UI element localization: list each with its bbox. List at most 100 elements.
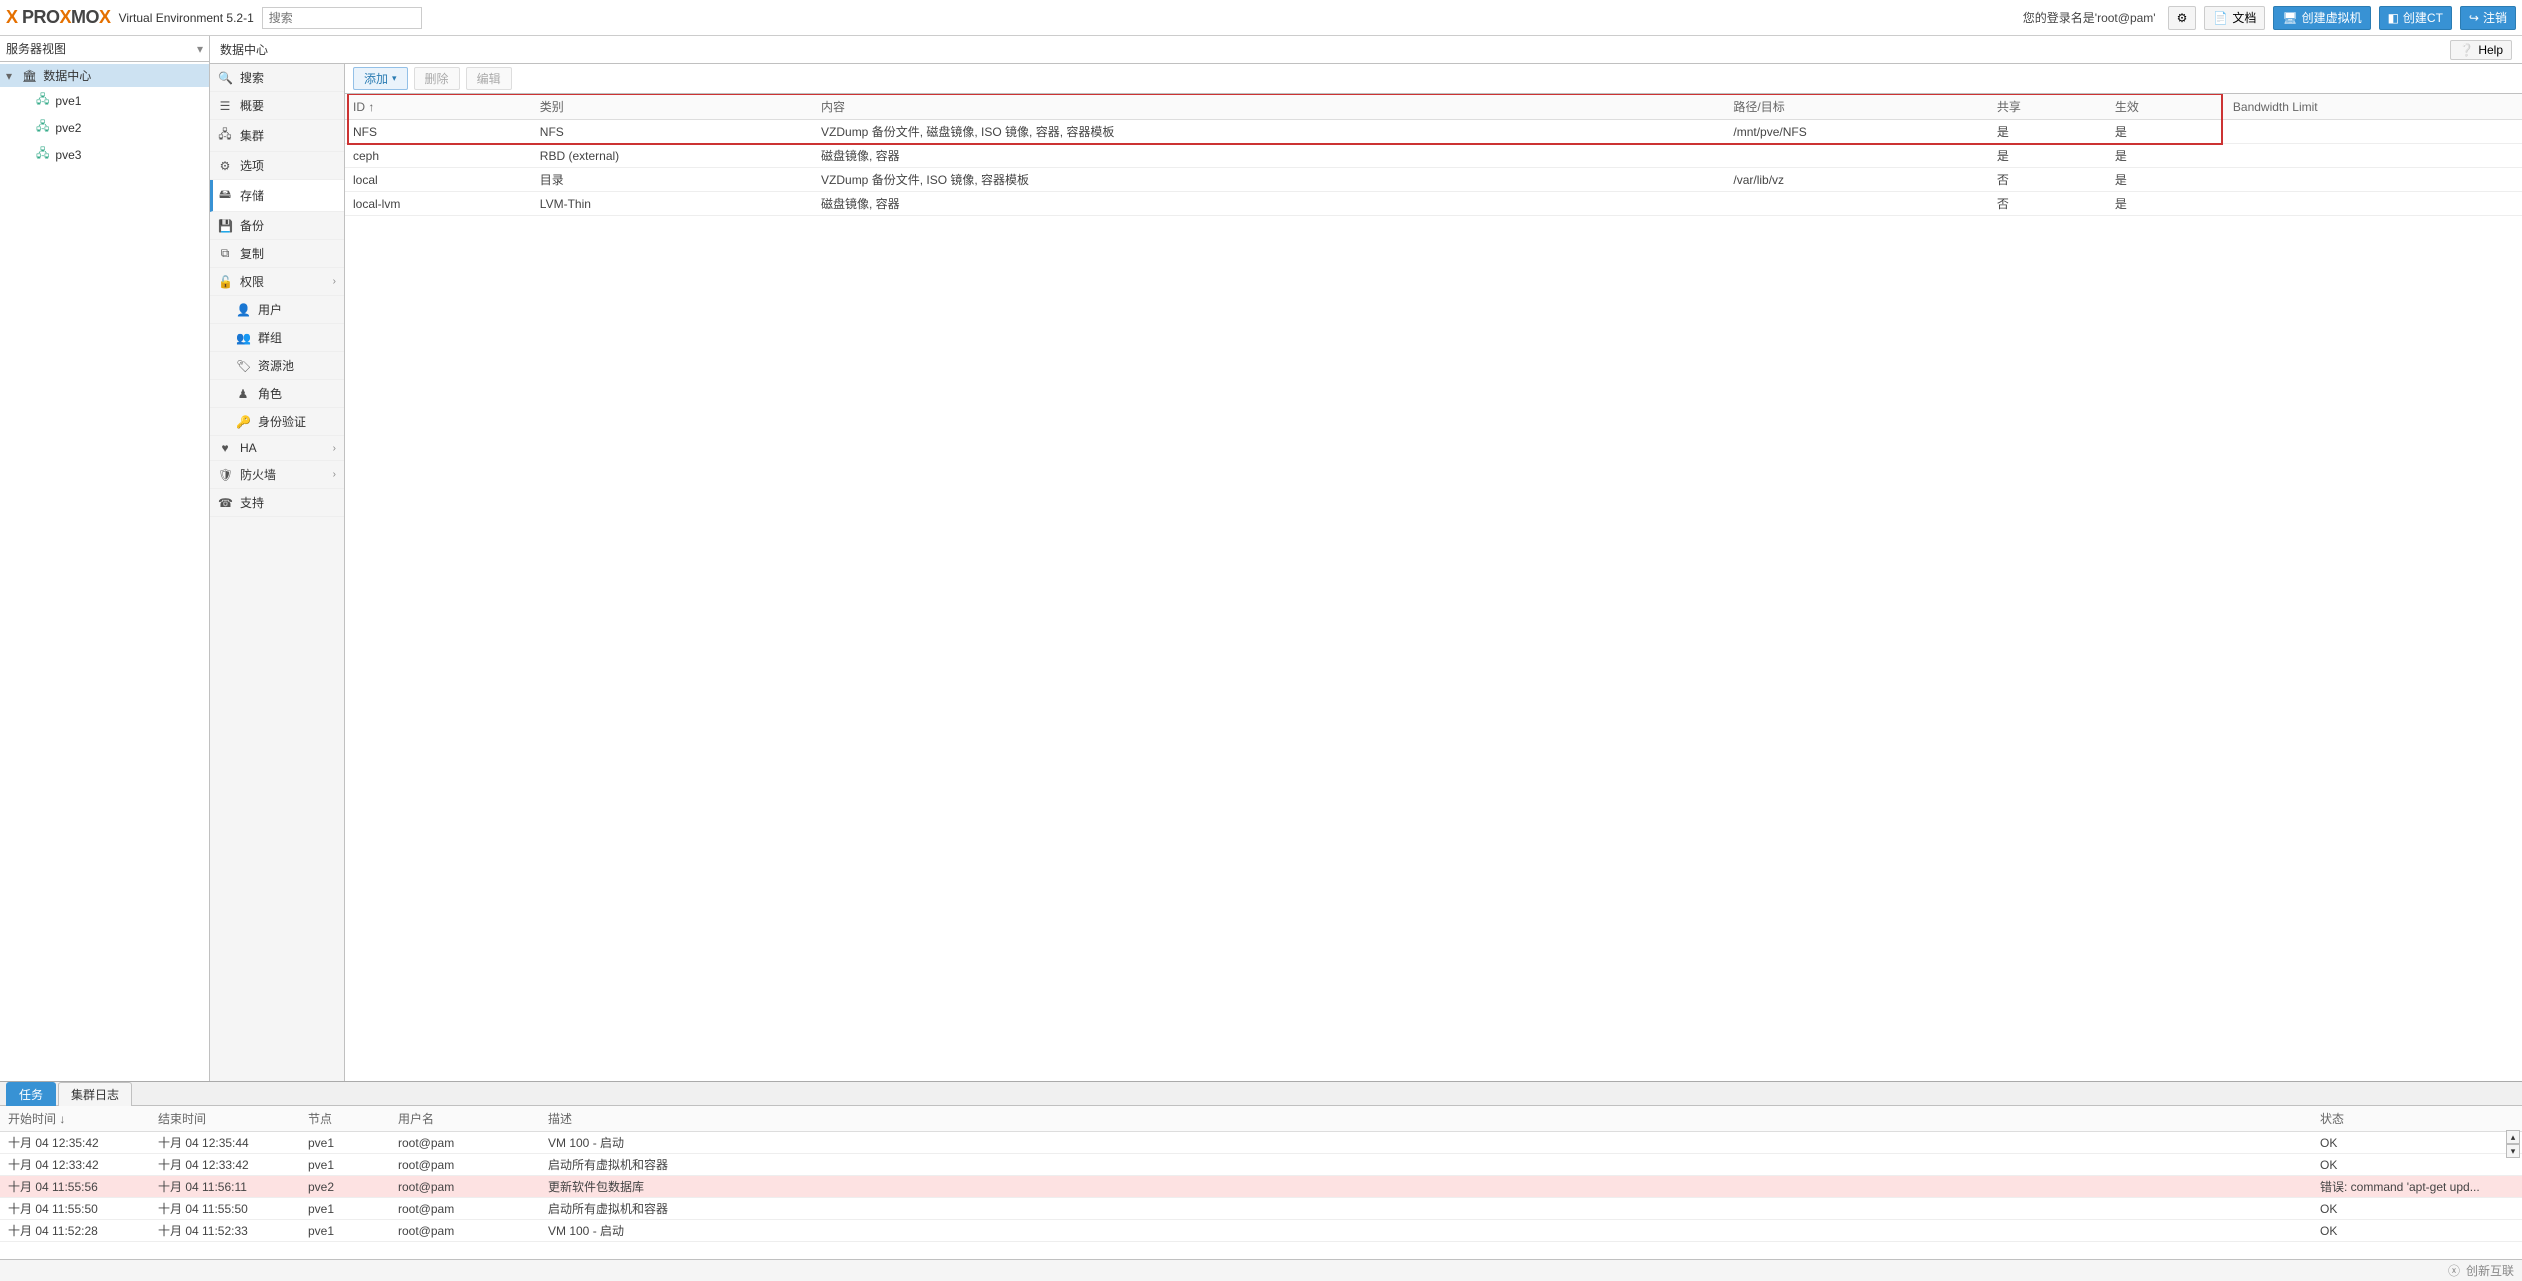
- log-col-header[interactable]: 结束时间: [150, 1106, 300, 1132]
- log-row[interactable]: 十月 04 12:33:42十月 04 12:33:42pve1root@pam…: [0, 1154, 2522, 1176]
- center-body: 🔍搜索☰概要🖧集群⚙选项🖴存储💾备份⧉复制🔓权限›👤用户👥群组🏷资源池♟角色🔑身…: [210, 64, 2522, 1081]
- nav-备份[interactable]: 💾备份: [210, 212, 344, 240]
- nav-支持[interactable]: ☎支持: [210, 489, 344, 517]
- log-row[interactable]: 十月 04 12:35:42十月 04 12:35:44pve1root@pam…: [0, 1132, 2522, 1154]
- col-header[interactable]: 路径/目标: [1725, 94, 1989, 120]
- tree-root-label: 数据中心: [43, 67, 91, 84]
- tree-node-pve3[interactable]: 🖧pve3: [0, 141, 209, 168]
- cell-content: VZDump 备份文件, ISO 镜像, 容器模板: [813, 168, 1725, 192]
- edit-button[interactable]: 编辑: [466, 67, 512, 90]
- nav-身份验证[interactable]: 🔑身份验证: [210, 408, 344, 436]
- cell-type: RBD (external): [532, 144, 813, 168]
- add-button[interactable]: 添加▾: [353, 67, 408, 90]
- node-label: pve3: [55, 148, 81, 162]
- log-cell-desc: VM 100 - 启动: [540, 1220, 2312, 1242]
- tree-datacenter[interactable]: ▾ 🏛 数据中心: [0, 64, 209, 87]
- status-bar: ⓧ 创新互联: [0, 1259, 2522, 1281]
- nav-资源池[interactable]: 🏷资源池: [210, 352, 344, 380]
- log-cell-node: pve2: [300, 1176, 390, 1198]
- storage-row[interactable]: local-lvmLVM-Thin磁盘镜像, 容器否是: [345, 192, 2522, 216]
- nav-label: 防火墙: [240, 466, 276, 483]
- top-header: X PROXMOX Virtual Environment 5.2-1 您的登录…: [0, 0, 2522, 36]
- log-col-header[interactable]: 开始时间 ↓: [0, 1106, 150, 1132]
- nav-搜索[interactable]: 🔍搜索: [210, 64, 344, 92]
- log-cell-desc: 更新软件包数据库: [540, 1176, 2312, 1198]
- log-col-header[interactable]: 用户名: [390, 1106, 540, 1132]
- log-cell-status: OK: [2312, 1132, 2522, 1154]
- nav-角色[interactable]: ♟角色: [210, 380, 344, 408]
- version-label: Virtual Environment 5.2-1: [119, 11, 254, 25]
- nav-权限[interactable]: 🔓权限›: [210, 268, 344, 296]
- left-panel: 服务器视图 ▾ ▾ 🏛 数据中心 🖧pve1🖧pve2🖧pve3: [0, 36, 210, 1081]
- server-icon: 🖧: [36, 90, 49, 111]
- user-icon: 👤: [236, 303, 250, 317]
- remove-button[interactable]: 删除: [414, 67, 460, 90]
- storage-row[interactable]: cephRBD (external)磁盘镜像, 容器是是: [345, 144, 2522, 168]
- cell-enabled: 是: [2107, 144, 2225, 168]
- nav-用户[interactable]: 👤用户: [210, 296, 344, 324]
- log-cell-node: pve1: [300, 1220, 390, 1242]
- tree-node-pve2[interactable]: 🖧pve2: [0, 114, 209, 141]
- log-cell-start: 十月 04 11:52:28: [0, 1220, 150, 1242]
- building-icon: 🏛: [22, 69, 37, 83]
- log-row[interactable]: 十月 04 11:55:56十月 04 11:56:11pve2root@pam…: [0, 1176, 2522, 1198]
- global-search-input[interactable]: [262, 7, 422, 29]
- log-col-header[interactable]: 状态: [2312, 1106, 2522, 1132]
- server-icon: 🖧: [36, 117, 49, 138]
- nav-集群[interactable]: 🖧集群: [210, 120, 344, 152]
- watermark-icon: ⓧ: [2448, 1262, 2460, 1279]
- col-header[interactable]: ID ↑: [345, 94, 532, 120]
- shield-icon: 🛡: [218, 468, 232, 482]
- log-cell-node: pve1: [300, 1154, 390, 1176]
- help-button[interactable]: ❔Help: [2450, 40, 2512, 60]
- col-header[interactable]: 类别: [532, 94, 813, 120]
- log-cell-user: root@pam: [390, 1154, 540, 1176]
- logout-button[interactable]: ↪注销: [2460, 6, 2516, 30]
- log-col-header[interactable]: 描述: [540, 1106, 2312, 1132]
- scroll-down-button[interactable]: ▾: [2506, 1144, 2520, 1158]
- nav-label: 复制: [240, 245, 264, 262]
- col-header[interactable]: 共享: [1989, 94, 2107, 120]
- log-scroll-buttons: ▴ ▾: [2506, 1130, 2520, 1158]
- tab-cluster-log[interactable]: 集群日志: [58, 1082, 132, 1106]
- log-row[interactable]: 十月 04 11:55:50十月 04 11:55:50pve1root@pam…: [0, 1198, 2522, 1220]
- cell-shared: 否: [1989, 168, 2107, 192]
- cell-path: [1725, 144, 1989, 168]
- cell-path: [1725, 192, 1989, 216]
- tree-node-pve1[interactable]: 🖧 pve1: [0, 87, 209, 114]
- nav-选项[interactable]: ⚙选项: [210, 152, 344, 180]
- cell-id: local-lvm: [345, 192, 532, 216]
- node-label: pve1: [55, 94, 81, 108]
- log-tabs: 任务 集群日志: [0, 1082, 2522, 1106]
- col-header[interactable]: 内容: [813, 94, 1725, 120]
- gear-button[interactable]: ⚙: [2168, 6, 2197, 30]
- cell-content: VZDump 备份文件, 磁盘镜像, ISO 镜像, 容器, 容器模板: [813, 120, 1725, 144]
- tab-tasks[interactable]: 任务: [6, 1082, 56, 1106]
- chevron-down-icon: ▾: [197, 42, 203, 56]
- nav-存储[interactable]: 🖴存储: [210, 180, 344, 212]
- scroll-up-button[interactable]: ▴: [2506, 1130, 2520, 1144]
- nav-概要[interactable]: ☰概要: [210, 92, 344, 120]
- nav-防火墙[interactable]: 🛡防火墙›: [210, 461, 344, 489]
- doc-button[interactable]: 📄文档: [2204, 6, 2265, 30]
- log-row[interactable]: 十月 04 11:52:28十月 04 11:52:33pve1root@pam…: [0, 1220, 2522, 1242]
- log-col-header[interactable]: 节点: [300, 1106, 390, 1132]
- storage-grid: ID ↑类别内容路径/目标共享生效Bandwidth Limit NFSNFSV…: [345, 94, 2522, 216]
- create-vm-button[interactable]: 🖥创建虚拟机: [2273, 6, 2370, 30]
- log-cell-status: 错误: command 'apt-get upd...: [2312, 1176, 2522, 1198]
- nav-HA[interactable]: ♥HA›: [210, 436, 344, 461]
- view-selector[interactable]: 服务器视图 ▾: [0, 36, 209, 62]
- create-ct-button[interactable]: ◧创建CT: [2379, 6, 2452, 30]
- nav-复制[interactable]: ⧉复制: [210, 240, 344, 268]
- col-header[interactable]: Bandwidth Limit: [2225, 94, 2522, 120]
- col-header[interactable]: 生效: [2107, 94, 2225, 120]
- storage-row[interactable]: NFSNFSVZDump 备份文件, 磁盘镜像, ISO 镜像, 容器, 容器模…: [345, 120, 2522, 144]
- storage-row[interactable]: local目录VZDump 备份文件, ISO 镜像, 容器模板/var/lib…: [345, 168, 2522, 192]
- nav-群组[interactable]: 👥群组: [210, 324, 344, 352]
- create-vm-label: 创建虚拟机: [2302, 9, 2362, 26]
- cell-type: NFS: [532, 120, 813, 144]
- content-panel: 添加▾ 删除 编辑 ID ↑类别内容路径/目标共享生效Bandwidth Lim…: [345, 64, 2522, 1081]
- chevron-right-icon: ›: [333, 276, 336, 287]
- gear-icon: ⚙: [2177, 11, 2188, 25]
- cell-path: /var/lib/vz: [1725, 168, 1989, 192]
